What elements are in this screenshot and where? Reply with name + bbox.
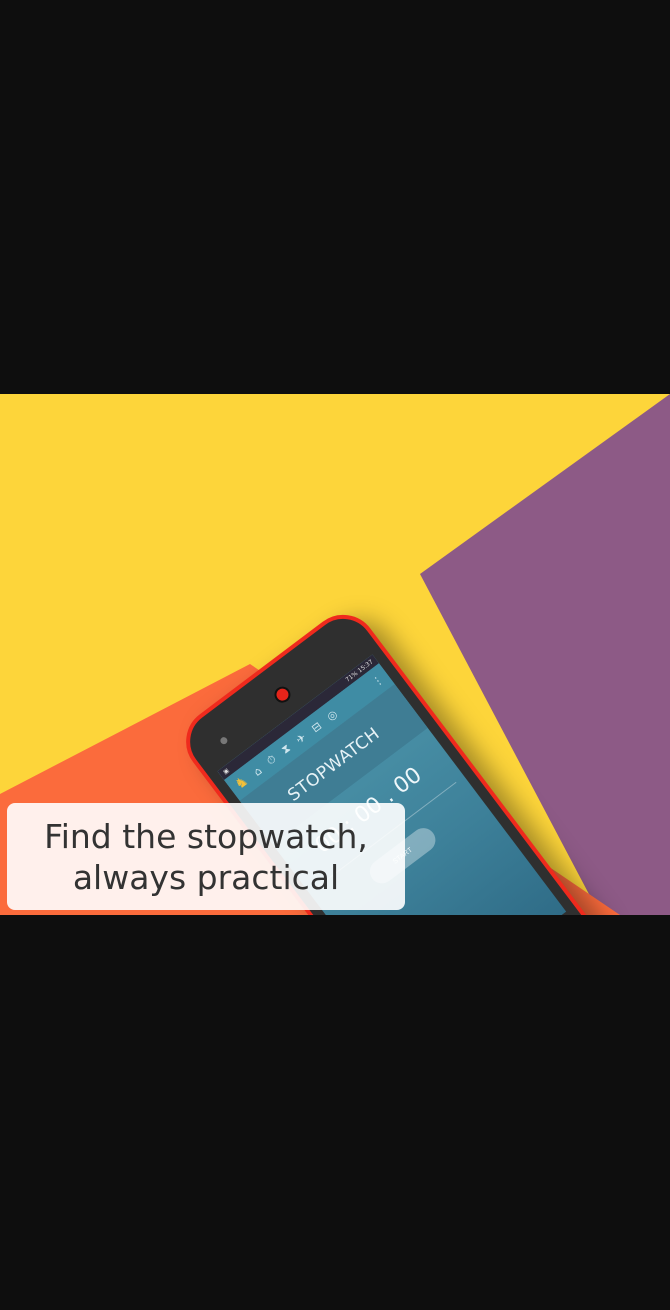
bed-icon[interactable]: ⊟: [309, 719, 324, 735]
stopwatch-icon[interactable]: ⏱: [264, 752, 279, 768]
home-icon[interactable]: ⌂: [251, 764, 264, 779]
sensor: [218, 735, 229, 746]
app-logo-icon[interactable]: ♞: [232, 773, 252, 793]
hourglass-icon[interactable]: ⧗: [279, 742, 294, 758]
caption-line-2: always practical: [72, 857, 340, 897]
caption: Find the stopwatch, always practical: [7, 803, 405, 910]
airplane-icon[interactable]: ✈: [293, 730, 308, 746]
globe-icon[interactable]: ◎: [324, 707, 339, 723]
more-icon[interactable]: ⋮: [369, 672, 386, 689]
caption-line-1: Find the stopwatch,: [44, 816, 368, 856]
camera: [271, 683, 294, 706]
